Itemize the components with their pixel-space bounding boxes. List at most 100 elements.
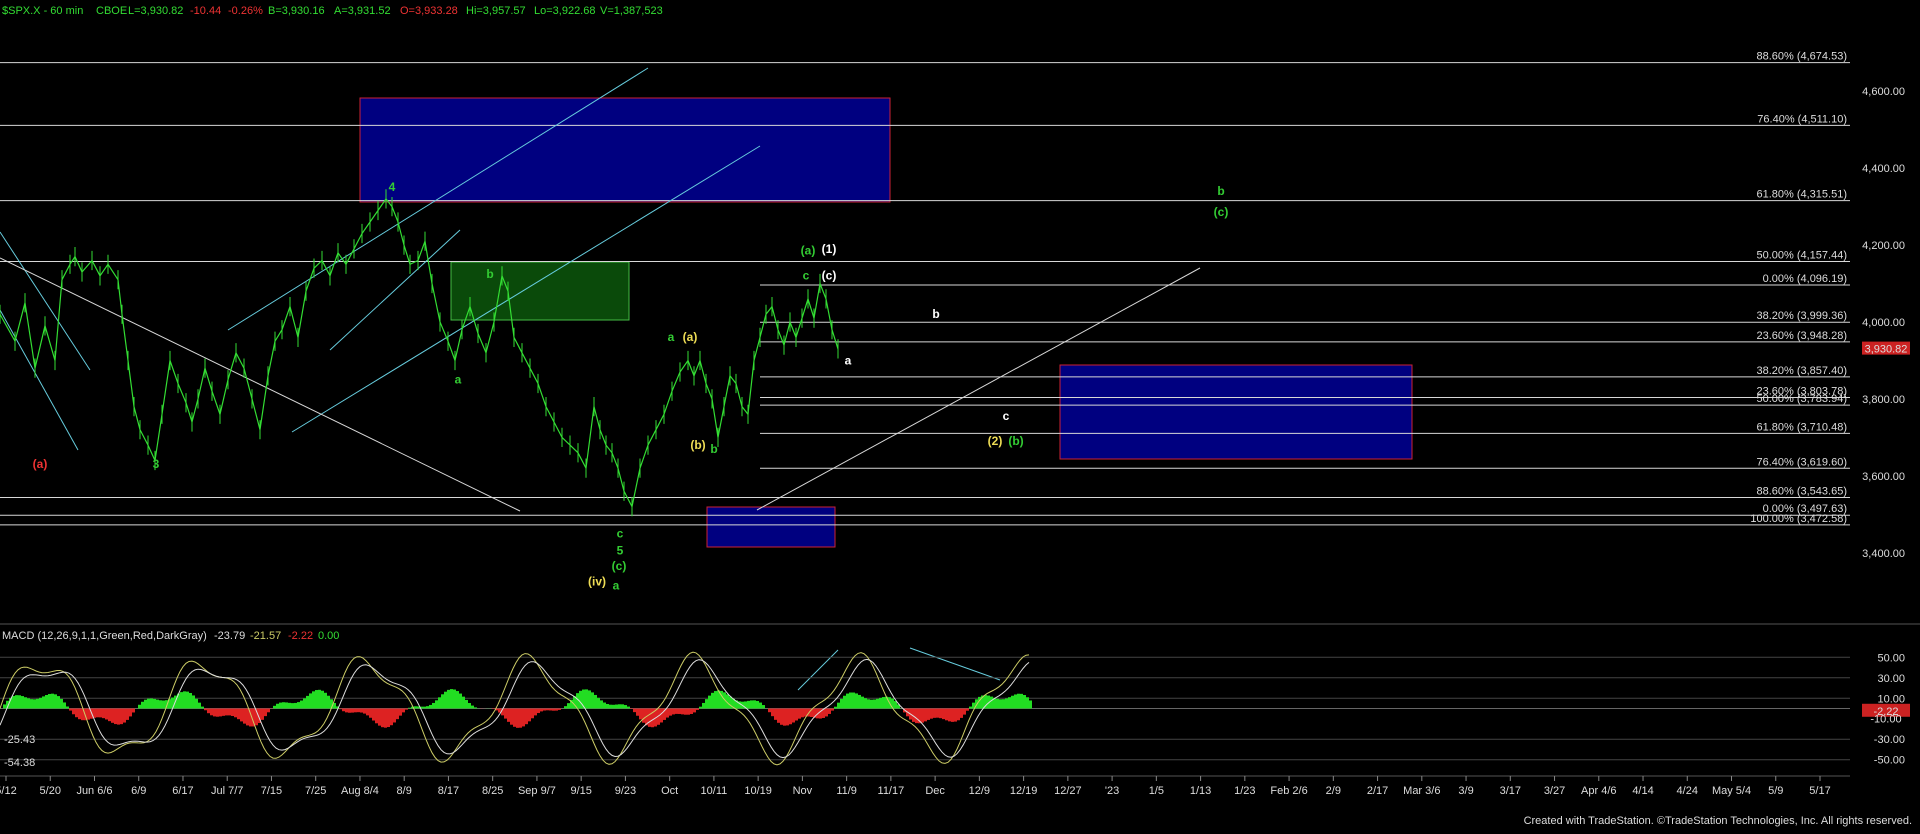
macd-histogram-bar bbox=[339, 709, 342, 710]
macd-histogram-bar bbox=[690, 709, 693, 714]
macd-histogram-bar bbox=[375, 709, 378, 724]
macd-histogram-bar bbox=[147, 699, 150, 709]
macd-histogram-bar bbox=[27, 698, 30, 708]
macd-histogram-bar bbox=[111, 709, 114, 723]
macd-histogram-bar bbox=[831, 709, 834, 711]
x-tick-label: 10/11 bbox=[701, 785, 728, 797]
wave-label: c bbox=[1003, 409, 1010, 423]
macd-value-2: -21.57 bbox=[250, 630, 281, 642]
macd-histogram-bar bbox=[387, 709, 390, 728]
x-tick-label: 5/20 bbox=[40, 785, 61, 797]
macd-histogram-bar bbox=[408, 708, 411, 709]
macd-tick-label: -30.00 bbox=[1874, 734, 1905, 746]
macd-histogram-bar bbox=[123, 709, 126, 723]
macd-histogram-bar bbox=[189, 693, 192, 709]
wave-label: a bbox=[455, 373, 462, 387]
macd-histogram-bar bbox=[1026, 697, 1029, 708]
macd-histogram-bar bbox=[405, 709, 408, 710]
macd-histogram-bar bbox=[954, 709, 957, 722]
macd-histogram-bar bbox=[54, 694, 57, 708]
macd-histogram-bar bbox=[762, 705, 765, 708]
macd-histogram-bar bbox=[204, 709, 207, 711]
macd-histogram-bar bbox=[591, 692, 594, 708]
macd-histogram-bar bbox=[603, 703, 606, 709]
x-tick-label: Apr 4/6 bbox=[1581, 785, 1616, 797]
macd-histogram-bar bbox=[462, 697, 465, 709]
macd-histogram-bar bbox=[879, 698, 882, 709]
macd-histogram-bar bbox=[57, 696, 60, 708]
macd-histogram-bar bbox=[969, 707, 972, 709]
macd-histogram-bar bbox=[525, 709, 528, 725]
x-tick-label: 7/15 bbox=[261, 785, 282, 797]
price-tick-label: 4,200.00 bbox=[1862, 240, 1905, 252]
macd-histogram-bar bbox=[78, 709, 81, 720]
macd-histogram-bar bbox=[3, 704, 6, 708]
macd-histogram-bar bbox=[777, 709, 780, 723]
macd-histogram-bar bbox=[207, 709, 210, 714]
macd-histogram-bar bbox=[210, 709, 213, 716]
price-tick-label: 4,000.00 bbox=[1862, 317, 1905, 329]
macd-histogram-bar bbox=[345, 709, 348, 713]
fib-label: 76.40% (3,619.60) bbox=[1756, 456, 1847, 468]
macd-histogram-bar bbox=[180, 692, 183, 708]
macd-histogram-bar bbox=[456, 691, 459, 708]
header-change: -10.44 bbox=[190, 5, 221, 17]
macd-left-label: -25.43 bbox=[4, 734, 35, 746]
macd-histogram-bar bbox=[132, 709, 135, 713]
macd-histogram-bar bbox=[150, 698, 153, 708]
macd-histogram-bar bbox=[660, 709, 663, 723]
macd-histogram-bar bbox=[585, 689, 588, 708]
x-tick-label: May 5/4 bbox=[1712, 785, 1751, 797]
wave-label: c bbox=[617, 526, 624, 540]
macd-histogram-bar bbox=[756, 701, 759, 709]
x-tick-label: Sep 9/7 bbox=[518, 785, 556, 797]
macd-histogram-bar bbox=[366, 709, 369, 716]
macd-histogram-bar bbox=[303, 698, 306, 708]
macd-histogram-bar bbox=[618, 704, 621, 708]
macd-histogram-bar bbox=[453, 689, 456, 708]
macd-histogram-bar bbox=[792, 709, 795, 723]
macd-histogram-bar bbox=[882, 697, 885, 708]
macd-histogram-bar bbox=[36, 699, 39, 709]
macd-histogram-bar bbox=[927, 709, 930, 720]
wave-label: (c) bbox=[612, 559, 627, 573]
x-tick-label: 4/14 bbox=[1632, 785, 1653, 797]
macd-histogram-bar bbox=[840, 699, 843, 709]
macd-histogram-bar bbox=[315, 690, 318, 708]
macd-histogram-bar bbox=[693, 709, 696, 713]
macd-histogram-bar bbox=[216, 709, 219, 717]
macd-histogram-bar bbox=[390, 709, 393, 726]
macd-histogram-bar bbox=[276, 704, 279, 709]
macd-histogram-bar bbox=[69, 709, 72, 711]
macd-histogram-bar bbox=[402, 709, 405, 713]
macd-histogram-bar bbox=[444, 692, 447, 709]
macd-histogram-bar bbox=[1011, 696, 1014, 709]
macd-tick-label: -50.00 bbox=[1874, 755, 1905, 767]
macd-histogram-bar bbox=[24, 697, 27, 708]
macd-histogram-bar bbox=[684, 709, 687, 715]
macd-histogram-bar bbox=[435, 700, 438, 708]
macd-histogram-bar bbox=[945, 709, 948, 721]
macd-histogram-bar bbox=[42, 696, 45, 708]
macd-histogram-bar bbox=[183, 691, 186, 708]
macd-histogram-bar bbox=[837, 703, 840, 709]
macd-histogram-bar bbox=[942, 709, 945, 720]
macd-histogram-bar bbox=[153, 699, 156, 709]
macd-histogram-bar bbox=[606, 704, 609, 709]
x-tick-label: 8/9 bbox=[397, 785, 412, 797]
price-tick-label: 3,400.00 bbox=[1862, 548, 1905, 560]
macd-value-3: -2.22 bbox=[288, 630, 313, 642]
macd-histogram-bar bbox=[708, 696, 711, 709]
x-tick-label: Jun 6/6 bbox=[76, 785, 112, 797]
macd-histogram-bar bbox=[843, 696, 846, 709]
wave-label: b bbox=[486, 267, 493, 281]
header-last: L=3,930.82 bbox=[128, 5, 183, 17]
macd-histogram-bar bbox=[438, 697, 441, 708]
macd-histogram-bar bbox=[240, 709, 243, 722]
macd-histogram-bar bbox=[549, 709, 552, 711]
macd-histogram-bar bbox=[369, 709, 372, 718]
macd-histogram-bar bbox=[867, 699, 870, 708]
macd-histogram-bar bbox=[627, 707, 630, 709]
macd-value-1: -23.79 bbox=[214, 630, 245, 642]
macd-histogram-bar bbox=[633, 709, 636, 713]
